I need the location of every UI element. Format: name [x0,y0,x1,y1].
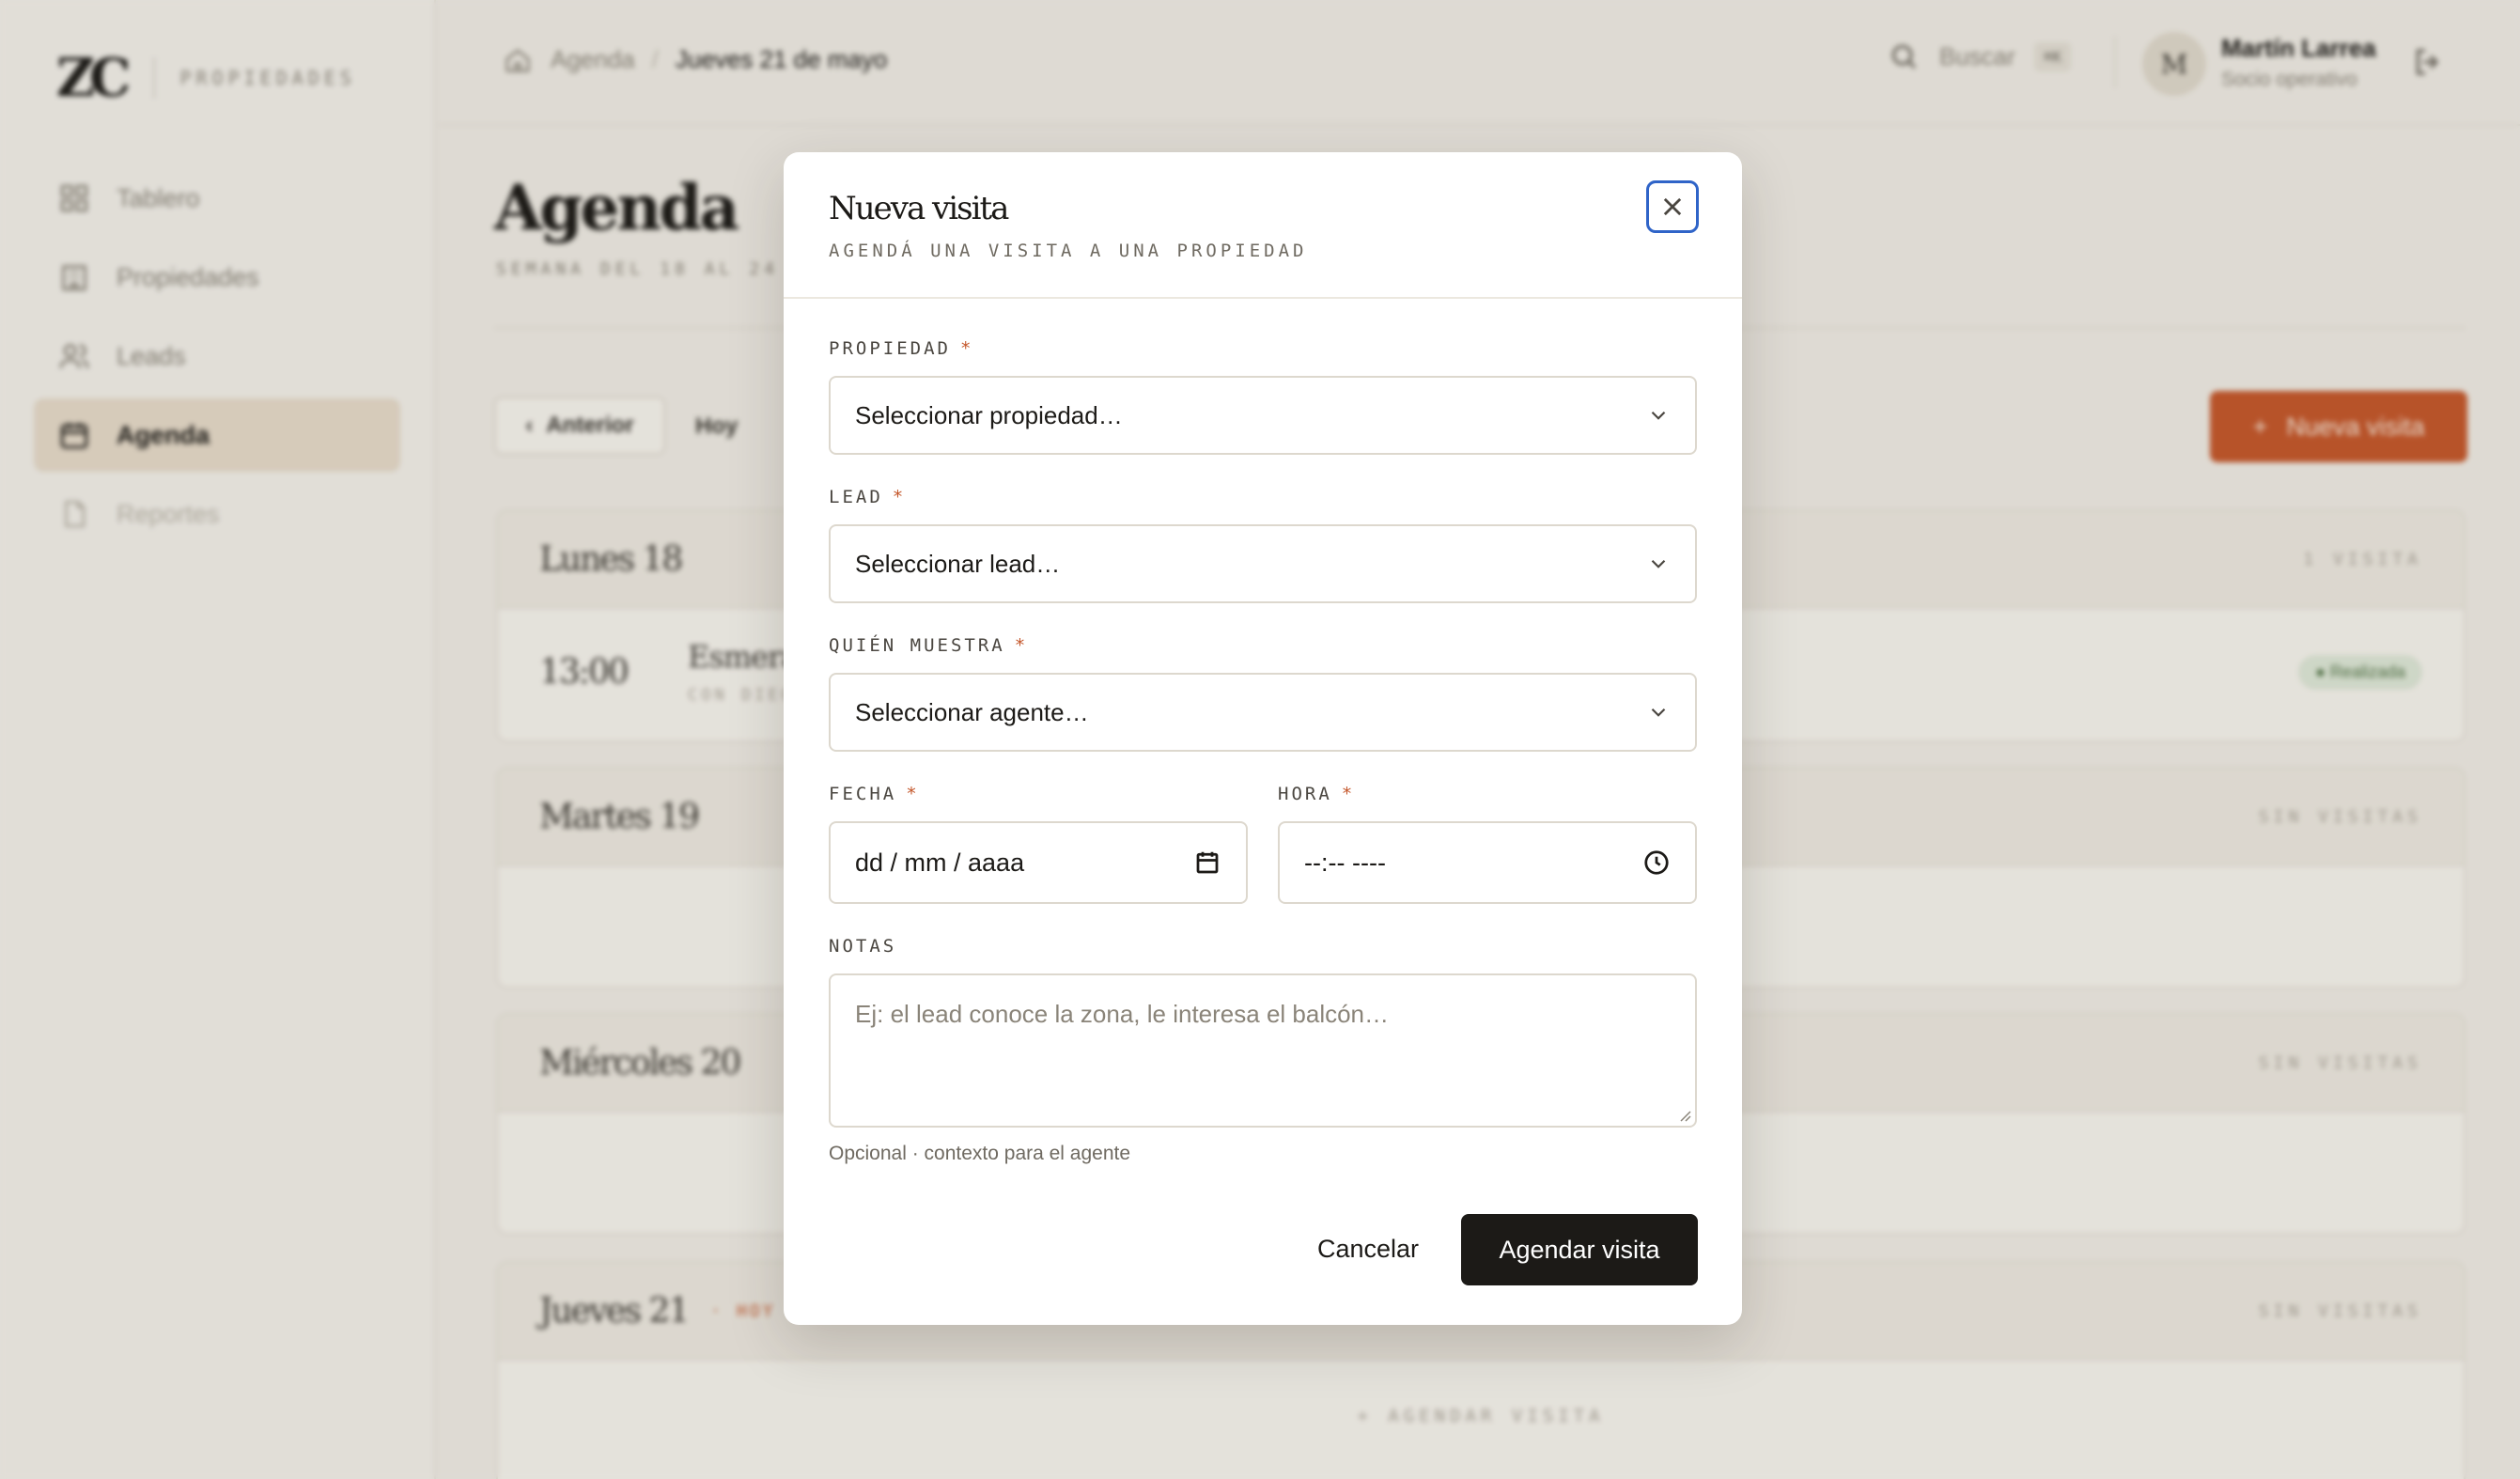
lead-select-value: Seleccionar lead… [855,549,1061,578]
lead-label-text: LEAD [829,487,883,507]
resize-handle-icon[interactable] [1676,1107,1691,1122]
close-button[interactable] [1646,180,1699,233]
propiedad-label-text: PROPIEDAD [829,338,951,359]
notas-label: NOTAS [829,936,897,957]
hora-label-text: HORA [1278,784,1332,804]
required-mark: * [906,784,920,804]
cancel-button[interactable]: Cancelar [1287,1214,1449,1284]
date-input-value: dd / mm / aaaa [855,848,1025,877]
new-visit-dialog: Nueva visita AGENDÁ UNA VISITA A UNA PRO… [784,152,1742,1325]
hora-label: HORA * [1278,784,1355,804]
propiedad-select[interactable]: Seleccionar propiedad… [829,376,1697,455]
lead-select[interactable]: Seleccionar lead… [829,524,1697,603]
agent-select-value: Seleccionar agente… [855,697,1089,726]
lead-label: LEAD * [829,487,906,507]
dialog-title: Nueva visita [829,190,1009,227]
propiedad-select-value: Seleccionar propiedad… [855,400,1123,429]
notes-hint: Opcional · contexto para el agente [829,1143,1131,1164]
required-mark: * [1341,784,1356,804]
date-input[interactable]: dd / mm / aaaa [829,821,1248,904]
fecha-label-text: FECHA [829,784,897,804]
chevron-down-icon [1651,411,1666,420]
dialog-subtitle: AGENDÁ UNA VISITA A UNA PROPIEDAD [829,241,1308,261]
agent-select[interactable]: Seleccionar agente… [829,673,1697,752]
required-mark: * [959,338,974,359]
close-icon [1663,197,1682,216]
clock-icon[interactable] [1642,848,1671,877]
quien-muestra-label: QUIÉN MUESTRA * [829,635,1028,656]
quien-muestra-label-text: QUIÉN MUESTRA [829,635,1005,656]
schedule-visit-button[interactable]: Agendar visita [1461,1214,1698,1285]
required-mark: * [1014,635,1029,656]
notes-textarea[interactable]: Ej: el lead conoce la zona, le interesa … [829,973,1697,1128]
required-mark: * [892,487,907,507]
time-input-value: --:-- ---- [1304,848,1386,877]
chevron-down-icon [1651,708,1666,717]
chevron-down-icon [1651,559,1666,568]
fecha-label: FECHA * [829,784,920,804]
calendar-icon[interactable] [1193,848,1221,877]
time-input[interactable]: --:-- ---- [1278,821,1697,904]
propiedad-label: PROPIEDAD * [829,338,973,359]
dialog-header: Nueva visita AGENDÁ UNA VISITA A UNA PRO… [784,152,1742,299]
notes-placeholder: Ej: el lead conoce la zona, le interesa … [855,1000,1390,1028]
